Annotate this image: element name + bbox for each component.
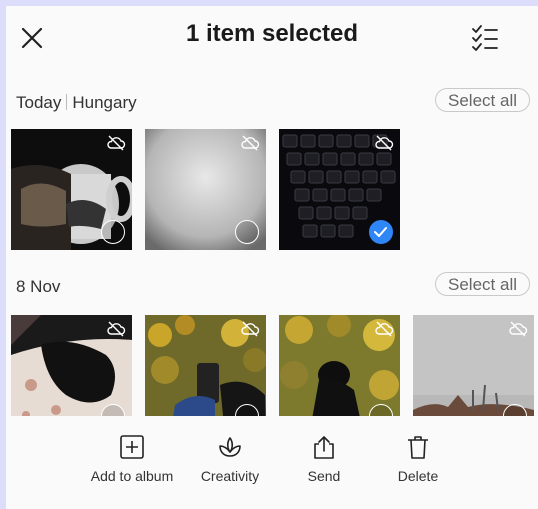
creativity-button[interactable]: Creativity	[194, 434, 266, 484]
page-title: 1 item selected	[185, 20, 359, 47]
section-header-today: Today Hungary Select all	[6, 88, 538, 118]
add-to-album-button[interactable]: Add to album	[84, 434, 180, 484]
cloud-off-icon	[375, 321, 394, 337]
photo-thumbnail-dog-blanket[interactable]	[11, 315, 132, 416]
section-title: 8 Nov	[16, 277, 61, 296]
photo-thumbnail-mug[interactable]	[11, 129, 132, 250]
photo-thumbnail-dog-leaves[interactable]	[279, 315, 400, 416]
photo-thumbnail-grey[interactable]	[145, 129, 266, 250]
gallery-screen: 1 item selected TodayHungary Select all	[6, 6, 538, 509]
cloud-off-icon	[241, 135, 260, 151]
tool-label: Delete	[397, 468, 439, 484]
section-title: Today Hungary	[16, 93, 137, 112]
photo-thumbnail-sky[interactable]	[413, 315, 534, 416]
cloud-off-icon	[375, 135, 394, 151]
tool-label: Send	[307, 468, 341, 484]
photo-thumbnail-keyboard[interactable]	[279, 129, 400, 250]
selection-header: 1 item selected	[6, 6, 538, 68]
send-button[interactable]: Send	[300, 434, 348, 484]
cloud-off-icon	[241, 321, 260, 337]
section-header-8-nov: 8 Nov Select all	[6, 272, 538, 302]
delete-button[interactable]: Delete	[390, 434, 446, 484]
lotus-icon	[219, 437, 241, 457]
checkmark-icon	[374, 227, 387, 237]
cloud-off-icon	[107, 135, 126, 151]
action-toolbar: Add to album Creativity Send Delete	[6, 416, 538, 509]
tool-label: Add to album	[90, 468, 174, 484]
selected-check-icon[interactable]	[369, 220, 393, 244]
add-box-icon	[120, 435, 144, 459]
select-all-button[interactable]: Select all	[435, 88, 530, 112]
select-all-button[interactable]: Select all	[435, 272, 530, 296]
cloud-off-icon	[509, 321, 528, 337]
share-icon	[314, 436, 334, 459]
photo-thumbnail-phone-dog[interactable]	[145, 315, 266, 416]
trash-icon	[408, 436, 428, 459]
checklist-icon[interactable]	[470, 23, 500, 53]
select-checkbox[interactable]	[235, 220, 259, 244]
tool-label: Creativity	[200, 468, 260, 484]
cloud-off-icon	[107, 321, 126, 337]
select-checkbox[interactable]	[101, 220, 125, 244]
